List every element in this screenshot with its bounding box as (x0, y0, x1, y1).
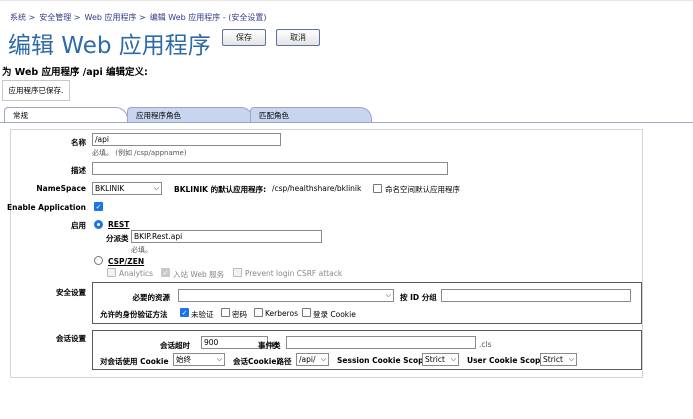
chevron-down-icon: ⌵ (216, 355, 222, 363)
session-cookie-scope-value: Strict (425, 355, 445, 364)
event-class-label: 事件类 (258, 341, 281, 350)
default-app-label: BKLINIK 的默认应用程序: (174, 185, 267, 194)
prevent-csrf-label: Prevent login CSRF attack (245, 269, 343, 278)
user-cookie-scope-value: Strict (543, 355, 563, 364)
save-button[interactable]: 保存 (222, 29, 266, 46)
chevron-down-icon: ⌵ (450, 355, 456, 363)
group-by-id-label: 按 ID 分组 (400, 293, 437, 302)
description-input[interactable] (92, 162, 448, 175)
tab-divider (0, 122, 693, 123)
breadcrumb-web-apps[interactable]: Web 应用程序 > (85, 13, 146, 22)
namespace-label: NameSpace (36, 184, 86, 193)
page-title: 编辑 Web 应用程序 (8, 33, 211, 59)
auth-login-cookie-label: 登录 Cookie (313, 310, 356, 319)
event-class-input[interactable] (286, 336, 476, 349)
session-timeout-label: 会话超时 (160, 341, 190, 350)
prevent-csrf-checkbox[interactable] (233, 268, 242, 277)
namespace-select[interactable]: BKLINIK ⌵ (92, 182, 162, 195)
auth-kerberos-checkbox[interactable] (254, 308, 263, 317)
cookie-path-label: 会话Cookie路径 (233, 357, 292, 366)
default-app-value: /csp/healthshare/bklinik (272, 184, 362, 193)
enable-application-checkbox[interactable]: ✓ (94, 202, 103, 211)
event-class-suffix: .cls (479, 340, 492, 349)
chevron-down-icon: ⌵ (153, 184, 159, 192)
auth-methods-label: 允许的身份验证方法 (100, 310, 168, 319)
tab-app-roles[interactable]: 应用程序角色 (127, 107, 253, 123)
auth-password-label: 密码 (232, 310, 247, 319)
analytics-checkbox[interactable] (107, 268, 116, 277)
cookie-path-select[interactable]: /api/ ⌵ (296, 353, 329, 366)
auth-kerberos-label: Kerberos (265, 309, 299, 318)
dispatch-class-input[interactable]: BKIP.Rest.api (131, 230, 322, 243)
definition-title: 为 Web 应用程序 /api 编辑定义: (2, 67, 148, 78)
top-strip (0, 0, 693, 6)
inbound-web-services-checkbox[interactable]: ✓ (161, 268, 170, 277)
enable-application-label: Enable Application (7, 203, 86, 212)
user-cookie-scope-label: User Cookie Scope (467, 356, 546, 365)
breadcrumb: 系统 > 安全管理 > Web 应用程序 > 编辑 Web 应用程序 - (安全设置) (10, 12, 270, 23)
tab-matching-roles[interactable]: 匹配角色 (250, 107, 372, 123)
cancel-button[interactable]: 取消 (276, 29, 320, 46)
rest-radio[interactable] (94, 220, 103, 229)
checkmark-icon: ✓ (162, 269, 169, 277)
use-cookie-value: 始终 (176, 355, 191, 364)
security-settings-label: 安全设置 (56, 288, 86, 297)
required-resource-select[interactable]: ⌵ (178, 289, 394, 302)
use-cookie-label: 对会话使用 Cookie (100, 357, 169, 366)
inbound-web-services-label: 入站 Web 服务 (173, 270, 225, 279)
rest-label: REST (108, 220, 130, 229)
checkmark-icon: ✓ (95, 203, 102, 211)
name-hint: 必填。 (例如 /csp/appname) (92, 149, 187, 157)
auth-unauthenticated-label: 未验证 (191, 310, 214, 319)
csp-zen-radio[interactable] (94, 256, 103, 265)
name-input[interactable]: /api (92, 133, 281, 146)
auth-login-cookie-checkbox[interactable] (302, 308, 311, 317)
session-cookie-scope-select[interactable]: Strict ⌵ (422, 353, 459, 366)
breadcrumb-system[interactable]: 系统 > (10, 13, 35, 22)
namespace-default-checkbox[interactable] (373, 184, 382, 193)
checkmark-icon: ✓ (181, 309, 188, 317)
chevron-down-icon: ⌵ (320, 355, 326, 363)
user-cookie-scope-select[interactable]: Strict ⌵ (540, 353, 577, 366)
dispatch-class-hint: 必填。 (131, 246, 152, 254)
namespace-default-label: 命名空间默认应用程序 (385, 185, 460, 194)
tab-general[interactable]: 常规 (4, 107, 128, 123)
required-resource-label: 必要的资源 (132, 293, 171, 302)
auth-unauthenticated-checkbox[interactable]: ✓ (180, 308, 189, 317)
enable-label: 启用 (71, 221, 86, 230)
auth-password-checkbox[interactable] (221, 308, 230, 317)
group-by-id-input[interactable] (441, 289, 631, 302)
saved-message: 应用程序已保存. (2, 80, 70, 101)
chevron-down-icon: ⌵ (568, 355, 574, 363)
dispatch-class-label: 分派类 (106, 234, 129, 243)
session-cookie-scope-label: Session Cookie Scope (337, 356, 429, 365)
description-label: 描述 (71, 166, 86, 175)
breadcrumb-current: 编辑 Web 应用程序 - (安全设置) (149, 13, 267, 22)
session-settings-label: 会话设置 (56, 334, 86, 343)
csp-zen-label: CSP/ZEN (108, 257, 145, 266)
use-cookie-select[interactable]: 始终 ⌵ (173, 353, 225, 366)
namespace-value: BKLINIK (95, 184, 125, 193)
breadcrumb-security[interactable]: 安全管理 > (39, 13, 80, 22)
chevron-down-icon: ⌵ (385, 291, 391, 299)
name-label: 名称 (71, 138, 86, 147)
analytics-label: Analytics (119, 269, 154, 278)
cookie-path-value: /api/ (299, 355, 316, 364)
